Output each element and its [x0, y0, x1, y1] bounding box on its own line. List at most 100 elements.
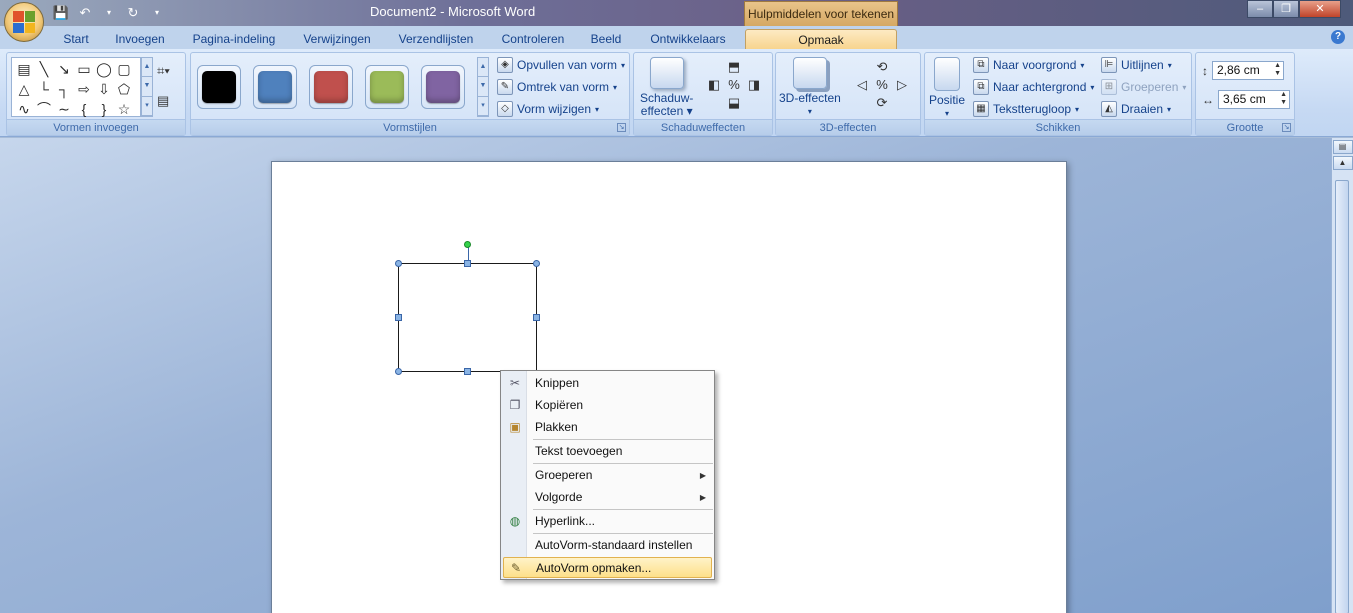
elbow-arrow-connector-icon[interactable]: ┐ [54, 79, 74, 99]
curve-shape-icon[interactable]: ∼ [54, 99, 74, 119]
draw-textbox-icon[interactable]: ▤ [157, 93, 169, 109]
right-brace-shape-icon[interactable]: } [94, 99, 114, 119]
menu-item-volgorde[interactable]: Volgorde ▶ [503, 487, 712, 508]
shapes-gallery-scroll[interactable]: ▲ ▼ ▾ [141, 57, 153, 117]
resize-handle-right[interactable] [533, 314, 540, 321]
gallery-up-icon[interactable]: ▲ [142, 58, 152, 78]
elbow-connector-icon[interactable]: └ [34, 79, 54, 99]
outline-shape-button[interactable]: ✎ Omtrek van vorm ▾ [497, 79, 617, 95]
menu-item-autovorm-opmaken[interactable]: ✎ AutoVorm opmaken... [503, 557, 712, 578]
shadow-effects-button[interactable]: Schaduw- effecten ▾ [640, 57, 693, 118]
menu-item-plakken[interactable]: ▣ Plakken [503, 417, 712, 438]
oval-shape-icon[interactable]: ◯ [94, 59, 114, 79]
left-brace-shape-icon[interactable]: { [74, 99, 94, 119]
freeform-shape-icon[interactable]: ⬠ [114, 79, 134, 99]
menu-item-autovorm-standaard[interactable]: AutoVorm-standaard instellen [503, 535, 712, 556]
resize-handle-left[interactable] [395, 314, 402, 321]
height-input[interactable]: 2,86 cm ▲ ▼ [1212, 61, 1284, 80]
3d-toggle-icon[interactable]: % [872, 77, 892, 95]
bring-to-front-button[interactable]: ⧉ Naar voorgrond ▾ [973, 57, 1084, 73]
nudge-shadow-right-icon[interactable]: ◨ [744, 77, 764, 95]
resize-handle-bottom-left[interactable] [395, 368, 402, 375]
style-swatch-black[interactable] [197, 65, 241, 109]
resize-handle-bottom[interactable] [464, 368, 471, 375]
line-shape-icon[interactable]: ╲ [34, 59, 54, 79]
tab-start[interactable]: Start [56, 29, 96, 50]
shapes-gallery[interactable]: ▤ ╲ ↘ ▭ ◯ ▢ △ └ ┐ ⇨ ⇩ ⬠ ∿ ⌒ ∼ { } ☆ [11, 57, 141, 117]
shape-styles-launcher-icon[interactable]: ↘ [617, 123, 626, 132]
align-button[interactable]: ⊫ Uitlijnen ▾ [1101, 57, 1172, 73]
styles-up-icon[interactable]: ▲ [478, 58, 488, 78]
position-button[interactable]: Positie ▾ [929, 57, 965, 120]
ruler-toggle-icon[interactable]: ▤ [1332, 140, 1353, 154]
menu-item-knippen[interactable]: ✂ Knippen [503, 373, 712, 394]
style-swatch-purple[interactable] [421, 65, 465, 109]
tab-opmaak[interactable]: Opmaak [745, 29, 897, 50]
tab-invoegen[interactable]: Invoegen [108, 29, 172, 50]
triangle-shape-icon[interactable]: △ [14, 79, 34, 99]
style-swatch-red[interactable] [309, 65, 353, 109]
rotate-button[interactable]: ◭ Draaien ▾ [1101, 101, 1171, 117]
menu-item-groeperen[interactable]: Groeperen ▶ [503, 465, 712, 486]
height-spin-arrows-icon[interactable]: ▲ ▼ [1274, 62, 1281, 78]
redo-icon[interactable]: ↻ [124, 4, 142, 22]
tilt-down-icon[interactable]: ⟳ [872, 95, 892, 113]
close-icon[interactable]: ✕ [1299, 0, 1341, 18]
tilt-right-icon[interactable]: ▷ [892, 77, 912, 95]
nudge-shadow-up-icon[interactable]: ⬒ [724, 59, 744, 77]
star-shape-icon[interactable]: ☆ [114, 99, 134, 119]
nudge-shadow-left-icon[interactable]: ◧ [704, 77, 724, 95]
resize-handle-top[interactable] [464, 260, 471, 267]
help-icon[interactable]: ? [1331, 30, 1345, 44]
gallery-more-icon[interactable]: ▾ [142, 97, 152, 116]
vertical-scrollbar[interactable]: ▤ ▲ [1331, 138, 1353, 613]
undo-dropdown-icon[interactable]: ▾ [100, 4, 118, 22]
maximize-icon[interactable]: ❐ [1273, 0, 1299, 18]
shadow-toggle-icon[interactable]: % [724, 77, 744, 95]
tab-beeld[interactable]: Beeld [584, 29, 628, 50]
rotation-handle[interactable] [464, 241, 471, 248]
rounded-rect-shape-icon[interactable]: ▢ [114, 59, 134, 79]
menu-item-kopieren[interactable]: ❐ Kopiëren [503, 395, 712, 416]
send-to-back-button[interactable]: ⧉ Naar achtergrond ▾ [973, 79, 1094, 95]
styles-down-icon[interactable]: ▼ [478, 77, 488, 97]
menu-item-tekst-toevoegen[interactable]: Tekst toevoegen [503, 441, 712, 462]
resize-handle-top-right[interactable] [533, 260, 540, 267]
3d-effects-button[interactable]: 3D-effecten ▾ [779, 57, 841, 118]
styles-gallery-scroll[interactable]: ▲ ▼ ▾ [477, 57, 489, 117]
nudge-shadow-down-icon[interactable]: ⬓ [724, 95, 744, 113]
tab-verwijzingen[interactable]: Verwijzingen [296, 29, 378, 50]
save-icon[interactable]: 💾 [52, 4, 70, 22]
curve-connector-icon[interactable]: ∿ [14, 99, 34, 119]
undo-icon[interactable]: ↶ [76, 4, 94, 22]
width-spin-arrows-icon[interactable]: ▲ ▼ [1280, 91, 1287, 107]
selected-rectangle-shape[interactable] [398, 263, 537, 372]
minimize-icon[interactable]: – [1247, 0, 1273, 18]
change-shape-button[interactable]: ◇ Vorm wijzigen ▾ [497, 101, 599, 117]
text-wrap-button[interactable]: ▦ Tekstterugloop ▾ [973, 101, 1079, 117]
styles-more-icon[interactable]: ▾ [478, 97, 488, 116]
tilt-left-icon[interactable]: ◁ [852, 77, 872, 95]
tab-pagina-indeling[interactable]: Pagina-indeling [184, 29, 284, 50]
arrow-line-shape-icon[interactable]: ↘ [54, 59, 74, 79]
tab-controleren[interactable]: Controleren [494, 29, 572, 50]
menu-item-hyperlink[interactable]: ◍ Hyperlink... [503, 511, 712, 532]
fill-shape-button[interactable]: ◈ Opvullen van vorm ▾ [497, 57, 625, 73]
right-arrow-shape-icon[interactable]: ⇨ [74, 79, 94, 99]
customize-qat-icon[interactable]: ▾ [148, 4, 166, 22]
office-button[interactable] [4, 2, 44, 42]
rectangle-shape-icon[interactable]: ▭ [74, 59, 94, 79]
tilt-up-icon[interactable]: ⟲ [872, 59, 892, 77]
tab-ontwikkelaars[interactable]: Ontwikkelaars [642, 29, 734, 50]
scroll-up-icon[interactable]: ▲ [1332, 156, 1353, 170]
gallery-down-icon[interactable]: ▼ [142, 77, 152, 97]
width-input[interactable]: 3,65 cm ▲ ▼ [1218, 90, 1290, 109]
edit-shape-icon[interactable]: ⌗▾ [157, 63, 170, 79]
textbox-shape-icon[interactable]: ▤ [14, 59, 34, 79]
style-swatch-blue[interactable] [253, 65, 297, 109]
tab-verzendlijsten[interactable]: Verzendlijsten [390, 29, 482, 50]
size-launcher-icon[interactable]: ↘ [1282, 123, 1291, 132]
scrollbar-thumb[interactable] [1335, 180, 1349, 613]
resize-handle-top-left[interactable] [395, 260, 402, 267]
down-arrow-shape-icon[interactable]: ⇩ [94, 79, 114, 99]
